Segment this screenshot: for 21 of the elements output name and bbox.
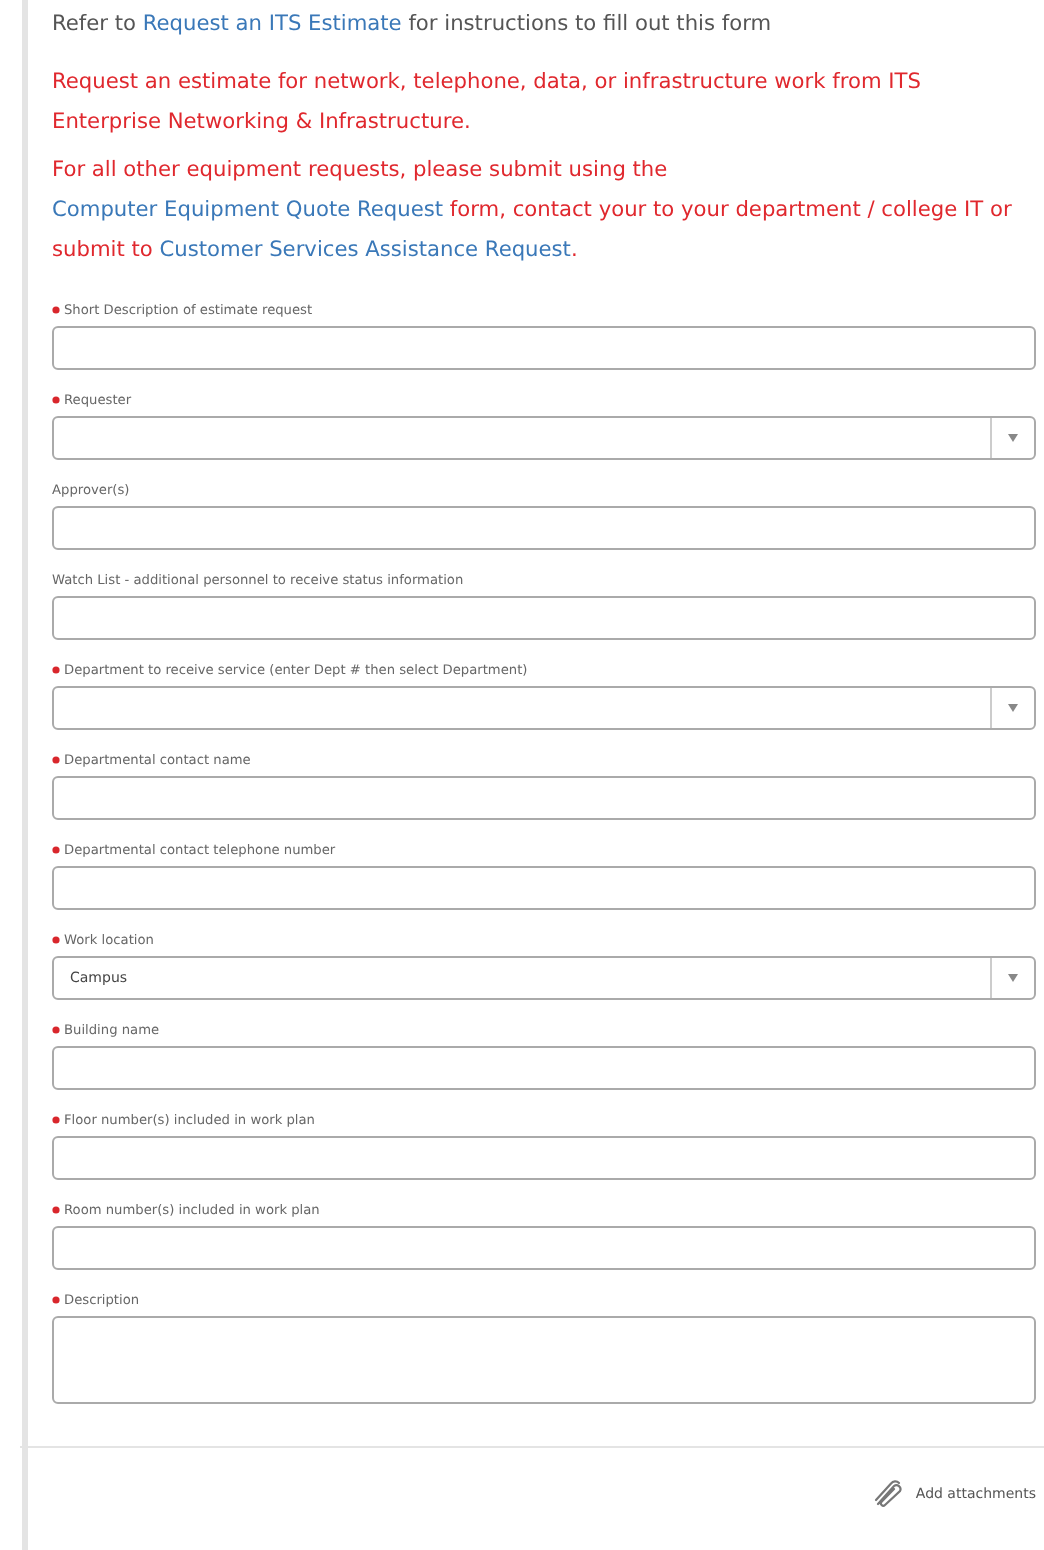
input-field[interactable] bbox=[52, 326, 1036, 370]
paperclip-icon bbox=[871, 1480, 904, 1508]
link[interactable]: Customer Services Assistance Request bbox=[159, 238, 571, 262]
input-field[interactable] bbox=[52, 506, 1036, 550]
link[interactable]: Request an ITS Estimate bbox=[142, 12, 402, 36]
input-field[interactable] bbox=[52, 596, 1036, 640]
dropdown-field[interactable] bbox=[52, 686, 1036, 730]
notice-text: Request an estimate for network, telephone, data, or infrastructure work from ITS Enterprise Networking & Infrastructure. bbox=[52, 68, 923, 138]
input-field[interactable] bbox=[52, 1226, 1036, 1270]
instruction-text: Refer to Request an ITS Estimate for instructions to fill out this form bbox=[52, 10, 774, 40]
caret-icon bbox=[1008, 434, 1018, 442]
input-field[interactable] bbox=[52, 1046, 1036, 1090]
text-area[interactable] bbox=[52, 1316, 1036, 1404]
input-field[interactable] bbox=[52, 1136, 1036, 1180]
dropdown-field[interactable] bbox=[52, 416, 1036, 460]
caret-icon bbox=[1008, 974, 1018, 982]
input-field[interactable] bbox=[52, 776, 1036, 820]
notice-text: For all other equipment requests, please submit using the Computer Equipment Quote Request form, contact your to your department / college IT or submit to Customer Services Assistance Request. bbox=[52, 156, 1014, 266]
input-field[interactable] bbox=[52, 866, 1036, 910]
link[interactable]: Computer Equipment Quote Request bbox=[52, 198, 444, 222]
caret-icon bbox=[1008, 704, 1018, 712]
